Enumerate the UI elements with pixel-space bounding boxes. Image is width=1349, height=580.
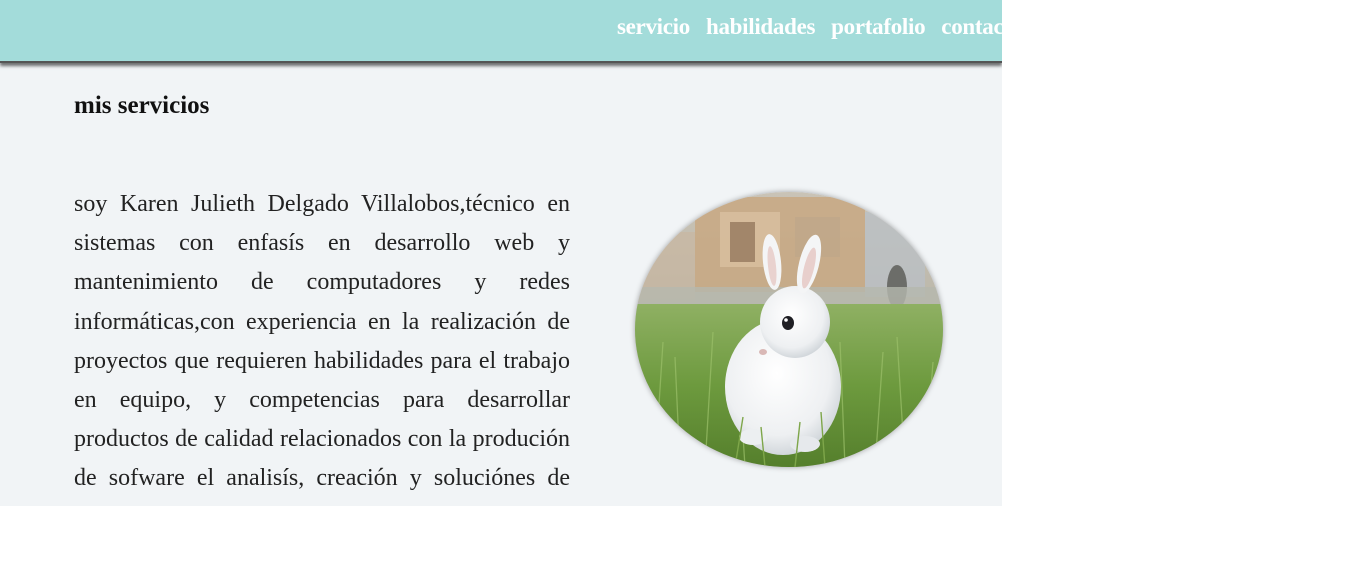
nav-link-servicio[interactable]: servicio [617, 14, 690, 40]
main-nav: servicio habilidades portafolio contacto [617, 14, 1002, 40]
rabbit-illustration [635, 192, 943, 467]
nav-link-portafolio[interactable]: portafolio [831, 14, 925, 40]
page-viewport: servicio habilidades portafolio contacto… [0, 0, 1002, 506]
section-title: mis servicios [74, 92, 210, 119]
top-navbar: servicio habilidades portafolio contacto [0, 0, 1002, 63]
rabbit-photo [635, 192, 943, 467]
nav-link-contacto[interactable]: contacto [941, 14, 1002, 40]
nav-link-habilidades[interactable]: habilidades [706, 14, 816, 40]
services-description: soy Karen Julieth Delgado Villalobos,téc… [74, 191, 570, 506]
